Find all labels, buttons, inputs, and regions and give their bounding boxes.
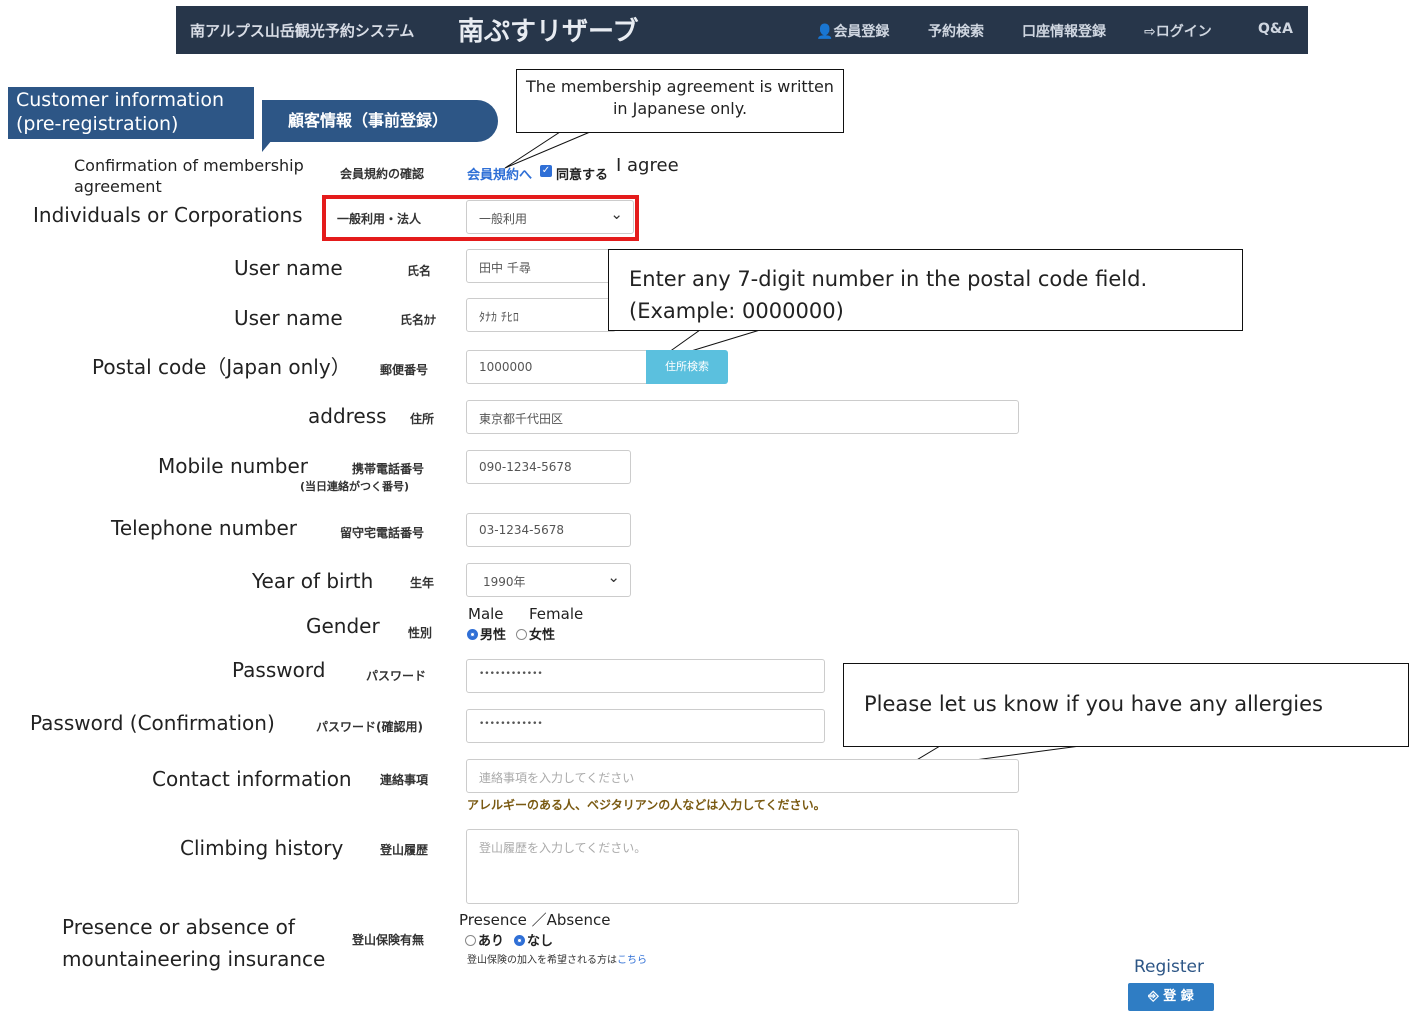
- usage-select[interactable]: 一般利用: [466, 200, 634, 234]
- label-password: パスワード: [366, 669, 427, 683]
- label-en-address: address: [308, 404, 387, 428]
- insurance-options-en: Presence ／Absence: [459, 911, 611, 929]
- label-en-password: Password: [232, 658, 326, 682]
- insurance-yes-option[interactable]: あり: [465, 930, 504, 949]
- postal-input[interactable]: 1000000: [466, 350, 648, 384]
- address-search-button[interactable]: 住所検索: [646, 350, 728, 384]
- gender-female-option[interactable]: 女性: [516, 624, 555, 643]
- gender-male-option[interactable]: 男性: [467, 624, 506, 643]
- gender-male-en: Male: [468, 605, 504, 623]
- insurance-no-option[interactable]: なし: [514, 930, 553, 949]
- label-name-kana: 氏名ｶﾅ: [400, 313, 437, 327]
- callout-agreement-note: The membership agreement is written in J…: [516, 69, 844, 133]
- contact-input[interactable]: 連絡事項を入力してください: [466, 759, 1019, 793]
- label-contact: 連絡事項: [380, 773, 429, 787]
- radio-selected-icon: [467, 629, 478, 640]
- label-en-postal: Postal code（Japan only）: [92, 355, 351, 379]
- agree-checkbox[interactable]: ✓: [540, 165, 552, 177]
- agreement-link[interactable]: 会員規約へ: [467, 164, 532, 183]
- name-input[interactable]: 田中 千尋: [466, 249, 616, 283]
- label-mobile-note: (当日連絡がつく番号): [300, 480, 410, 493]
- label-en-mobile: Mobile number: [158, 454, 309, 478]
- label-usage: 一般利用・法人: [337, 212, 422, 226]
- label-birth-year: 生年: [410, 576, 435, 590]
- label-name: 氏名: [407, 264, 432, 278]
- label-en-phone: Telephone number: [111, 516, 297, 540]
- insurance-note: 登山保険の加入を希望される方はこちら: [467, 955, 647, 966]
- register-label-en: Register: [1134, 957, 1204, 977]
- callout-postal-note: Enter any 7-digit number in the postal c…: [608, 249, 1243, 331]
- save-icon: ⎆: [1148, 989, 1164, 1004]
- agree-label-en: I agree: [616, 155, 679, 176]
- password-input[interactable]: ••••••••••••: [466, 659, 825, 693]
- phone-input[interactable]: 03-1234-5678: [466, 513, 631, 547]
- radio-empty-icon: [465, 935, 476, 946]
- name-kana-input[interactable]: ﾀﾅｶ ﾁﾋﾛ: [466, 298, 616, 332]
- password-confirm-input[interactable]: ••••••••••••: [466, 709, 825, 743]
- label-password-confirm: パスワード(確認用): [316, 720, 423, 734]
- label-en-name-kana: User name: [234, 306, 343, 330]
- label-en-contact: Contact information: [152, 767, 352, 791]
- label-en-climbing: Climbing history: [180, 836, 344, 860]
- mobile-input[interactable]: 090-1234-5678: [466, 450, 631, 484]
- callout-allergy-note: Please let us know if you have any aller…: [843, 663, 1409, 747]
- label-en-password-confirm: Password (Confirmation): [30, 711, 275, 735]
- label-climbing: 登山履歴: [380, 843, 429, 857]
- address-input[interactable]: 東京都千代田区: [466, 400, 1019, 434]
- label-address: 住所: [410, 412, 435, 426]
- radio-empty-icon: [516, 629, 527, 640]
- gender-female-en: Female: [529, 605, 584, 623]
- agree-label: 同意する: [556, 168, 609, 183]
- label-en-name: User name: [234, 256, 343, 280]
- birth-year-select[interactable]: 1990年: [466, 563, 631, 597]
- label-en-gender: Gender: [306, 614, 380, 638]
- label-en-agreement: Confirmation of membership agreement: [74, 156, 304, 196]
- label-en-usage: Individuals or Corporations: [33, 203, 303, 227]
- contact-note: アレルギーのある人、ベジタリアンの人などは入力してください。: [467, 798, 826, 812]
- insurance-link[interactable]: こちら: [617, 955, 647, 966]
- label-mobile: 携帯電話番号: [352, 462, 425, 476]
- label-insurance: 登山保険有無: [352, 933, 425, 947]
- label-gender: 性別: [408, 626, 433, 640]
- register-button[interactable]: ⎆ 登 録: [1128, 983, 1214, 1011]
- radio-selected-icon: [514, 935, 525, 946]
- climbing-textarea[interactable]: 登山履歴を入力してください。: [466, 829, 1019, 904]
- label-agreement: 会員規約の確認: [340, 167, 425, 181]
- label-phone: 留守宅電話番号: [340, 526, 425, 540]
- label-postal: 郵便番号: [380, 363, 429, 377]
- label-en-insurance: Presence or absence of mountaineering in…: [62, 915, 326, 971]
- label-en-birth-year: Year of birth: [252, 569, 374, 593]
